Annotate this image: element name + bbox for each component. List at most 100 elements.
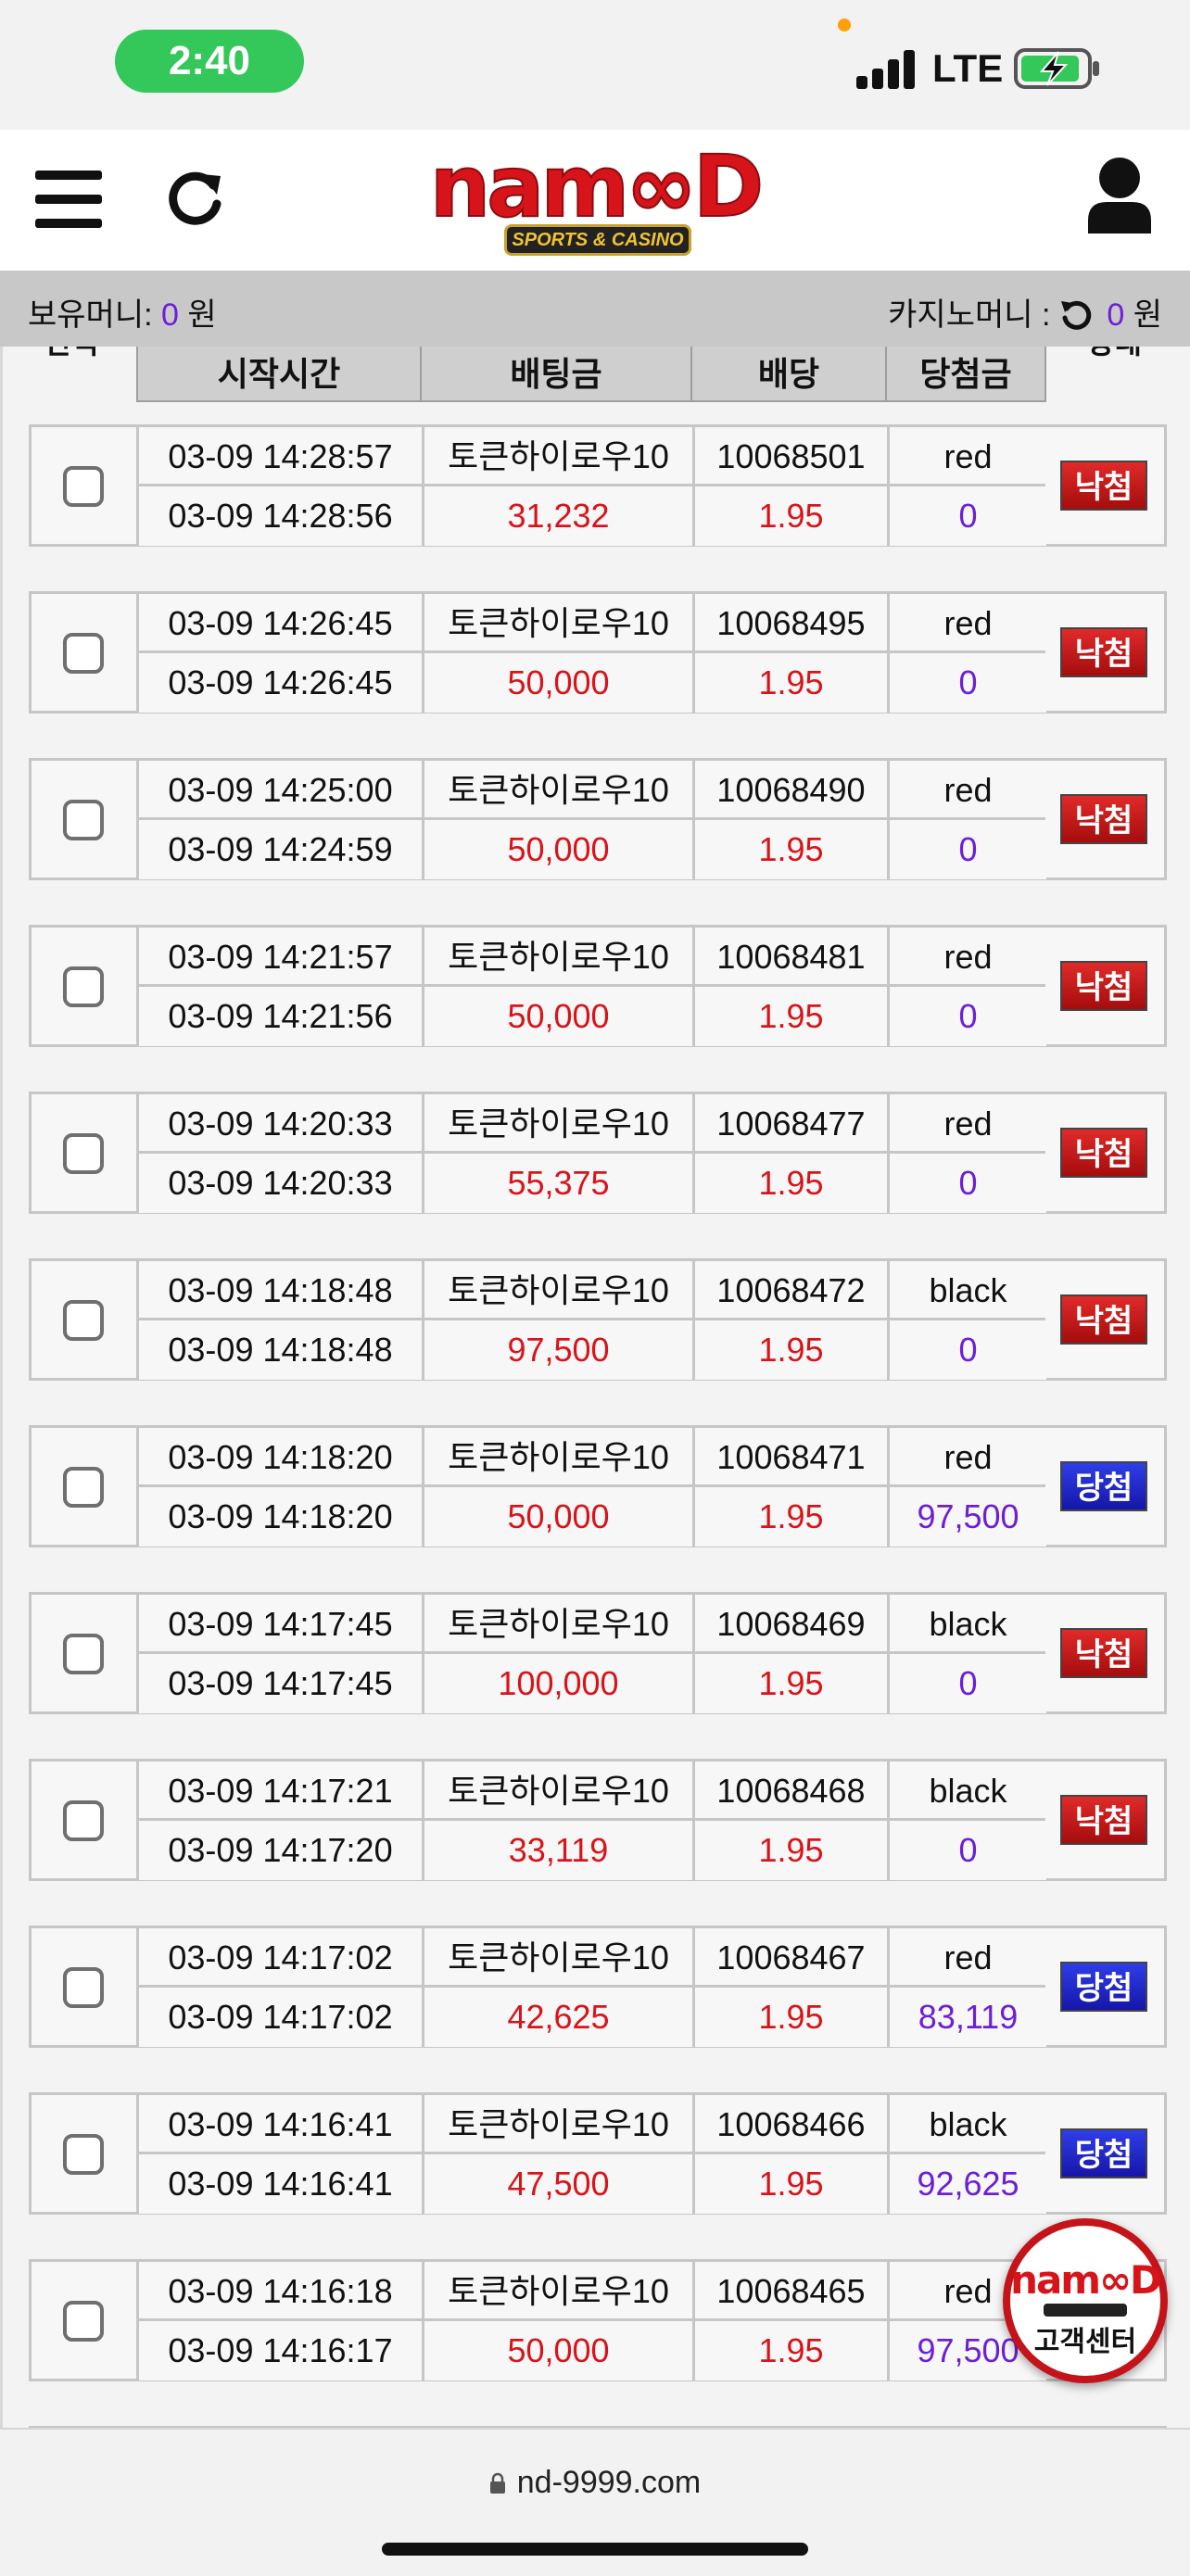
row-checkbox[interactable] [63,1967,104,2008]
cs-logo-text: nam∞D [1010,2257,1162,2303]
game-start-time: 03-09 14:16:41 [139,2154,424,2214]
bet-row-group: 03-09 14:16:18 03-09 14:16:17 토큰하이로우10 50,0… [29,2259,1167,2381]
win-amount: 0 [890,486,1049,546]
win-amount: 0 [890,1821,1049,1880]
win-amount: 0 [890,1320,1049,1380]
site-logo[interactable]: nam∞D SPORTS & CASINO [419,137,771,259]
game-name: 토큰하이로우10 [424,1762,695,1821]
row-checkbox[interactable] [63,1800,104,1841]
odds-value: 1.95 [695,1821,890,1880]
network-type: LTE [932,46,1004,90]
game-start-time: 03-09 14:18:48 [139,1320,424,1380]
bet-pick: black [890,2095,1049,2154]
round-id: 10068490 [695,761,890,820]
battery-charging-icon [1014,48,1099,89]
game-start-time: 03-09 14:24:59 [139,820,424,879]
cellular-signal-icon [856,48,921,89]
row-checkbox[interactable] [63,966,104,1007]
status-badge: 당첨 [1060,1962,1147,2012]
win-amount: 0 [890,820,1049,879]
odds-value: 1.95 [695,1320,890,1380]
bet-amount: 50,000 [424,2321,695,2380]
bet-pick: red [890,761,1049,820]
header-odds: 배당 [690,347,887,402]
bet-row-group: 03-09 14:16:41 03-09 14:16:41 토큰하이로우10 47,5… [29,2092,1167,2215]
bet-time: 03-09 14:17:45 [139,1595,424,1654]
status-time[interactable]: 2:40 [115,30,304,93]
row-checkbox[interactable] [63,1300,104,1341]
select-cell [32,1928,139,2045]
game-start-time: 03-09 14:17:20 [139,1821,424,1880]
bet-row-group: 03-09 14:26:45 03-09 14:26:45 토큰하이로우10 50,0… [29,591,1167,713]
status-cell: 낙첨 [1045,594,1164,711]
bet-amount: 50,000 [424,653,695,713]
odds-value: 1.95 [695,1654,890,1713]
url-display[interactable]: nd-9999.com [0,2465,1190,2501]
menu-icon[interactable] [35,170,102,228]
header-status: 상태 [1087,347,1142,358]
status-cell: 낙첨 [1045,761,1164,878]
bet-row-group: 03-09 14:17:02 03-09 14:17:02 토큰하이로우10 42,6… [29,1926,1167,2048]
home-indicator[interactable] [382,2543,808,2556]
bet-row-group: 03-09 14:17:45 03-09 14:17:45 토큰하이로우10 100,… [29,1592,1167,1714]
odds-value: 1.95 [695,486,890,546]
game-name: 토큰하이로우10 [424,1928,695,1988]
customer-center-button[interactable]: nam∞D 고객센터 [1003,2218,1168,2383]
game-name: 토큰하이로우10 [424,427,695,486]
bet-amount: 100,000 [424,1654,695,1713]
round-id: 10068472 [695,1261,890,1320]
row-checkbox[interactable] [63,1133,104,1174]
row-checkbox[interactable] [63,2301,104,2342]
refresh-icon[interactable] [165,167,226,228]
round-id: 10068465 [695,2262,890,2321]
round-id: 10068495 [695,594,890,653]
user-account-icon[interactable] [1086,156,1153,234]
game-name: 토큰하이로우10 [424,1261,695,1320]
bet-time: 03-09 14:18:20 [139,1428,424,1487]
held-money-label: 보유머니: [28,297,153,333]
game-name: 토큰하이로우10 [424,2095,695,2154]
odds-value: 1.95 [695,1988,890,2047]
bet-row-group: 03-09 14:28:57 03-09 14:28:56 토큰하이로우10 31,2… [29,424,1167,547]
bet-pick: red [890,594,1049,653]
bet-pick: red [890,1928,1049,1988]
row-checkbox[interactable] [63,1467,104,1508]
logo-text: nam∞D [429,137,765,236]
bet-row-group: 03-09 14:20:33 03-09 14:20:33 토큰하이로우10 55,3… [29,1092,1167,1214]
status-bar: 2:40 LTE [0,0,1190,130]
bet-amount: 55,375 [424,1154,695,1213]
game-start-time: 03-09 14:17:02 [139,1988,424,2047]
row-checkbox[interactable] [63,800,104,840]
game-name: 토큰하이로우10 [424,761,695,820]
bet-pick: red [890,1428,1049,1487]
bet-pick: red [890,1094,1049,1154]
game-name: 토큰하이로우10 [424,1595,695,1654]
win-amount: 0 [890,1154,1049,1213]
odds-value: 1.95 [695,653,890,713]
win-amount: 92,625 [890,2154,1049,2214]
row-checkbox[interactable] [63,2134,104,2175]
held-money-unit: 원 [187,297,217,333]
row-checkbox[interactable] [63,633,104,674]
header-bet-amount: 배팅금 [420,347,692,402]
status-cell: 낙첨 [1045,1261,1164,1378]
bet-history-table[interactable]: 전택 시작시간 배팅금 배당 당첨금 상태 03-09 14:28:5703-0… [0,347,1190,2428]
bet-time: 03-09 14:26:45 [139,594,424,653]
round-id: 10068467 [695,1928,890,1988]
status-badge: 낙첨 [1060,461,1147,511]
status-badge: 낙첨 [1060,1795,1147,1845]
game-name: 토큰하이로우10 [424,1094,695,1154]
odds-value: 1.95 [695,820,890,879]
browser-url-bar[interactable]: nd-9999.com [0,2428,1190,2576]
bet-amount: 50,000 [424,820,695,879]
select-cell [32,2262,139,2379]
bet-amount: 50,000 [424,987,695,1046]
held-money: 보유머니: 0 원 [28,289,217,335]
bet-time: 03-09 14:21:57 [139,928,424,987]
row-checkbox[interactable] [63,1634,104,1674]
select-cell [32,1261,139,1378]
round-id: 10068468 [695,1762,890,1821]
bet-pick: red [890,427,1049,486]
row-checkbox[interactable] [63,466,104,507]
casino-refresh-icon[interactable] [1059,297,1093,331]
